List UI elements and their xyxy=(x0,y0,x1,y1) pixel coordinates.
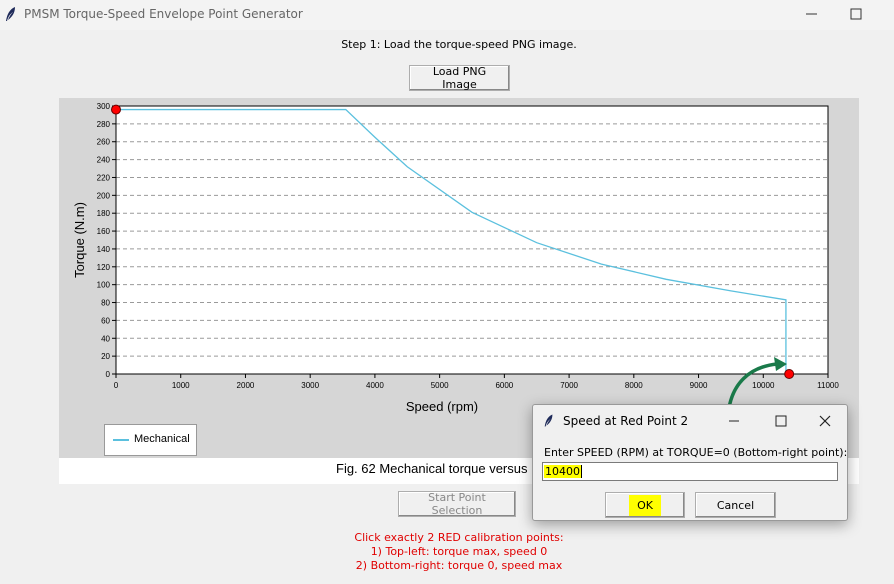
ok-label: OK xyxy=(629,494,661,516)
title-bar: PMSM Torque-Speed Envelope Point Generat… xyxy=(0,0,894,30)
x-tick-label: 9000 xyxy=(690,381,708,390)
y-tick-label: 0 xyxy=(106,370,111,379)
x-tick-label: 0 xyxy=(114,381,119,390)
plot-area xyxy=(116,106,828,374)
cancel-button[interactable]: Cancel xyxy=(695,492,776,518)
y-tick-label: 80 xyxy=(101,299,110,308)
x-tick-label: 5000 xyxy=(431,381,449,390)
instructions: Click exactly 2 RED calibration points: … xyxy=(0,531,894,573)
x-tick-label: 6000 xyxy=(495,381,513,390)
start-point-selection-button[interactable]: Start Point Selection xyxy=(398,491,516,517)
red-calibration-point-2 xyxy=(784,369,795,379)
instruction-line: 2) Bottom-right: torque 0, speed max xyxy=(355,559,563,572)
minimize-icon[interactable] xyxy=(800,4,824,24)
legend-line-swatch xyxy=(113,439,129,441)
y-axis-label: Torque (N.m) xyxy=(72,202,87,278)
maximize-icon[interactable] xyxy=(846,4,866,24)
speed-input[interactable]: 10400 xyxy=(542,462,838,481)
step-label: Step 1: Load the torque-speed PNG image. xyxy=(341,38,577,51)
y-tick-label: 140 xyxy=(97,245,111,254)
x-tick-label: 8000 xyxy=(625,381,643,390)
y-tick-label: 120 xyxy=(97,263,111,272)
close-icon[interactable] xyxy=(817,413,833,429)
window-title: PMSM Torque-Speed Envelope Point Generat… xyxy=(24,7,303,21)
legend-label: Mechanical xyxy=(134,433,190,445)
ok-button[interactable]: OK xyxy=(605,492,685,518)
feather-icon xyxy=(544,414,553,427)
y-tick-label: 60 xyxy=(101,316,110,325)
feather-icon xyxy=(6,7,15,21)
y-tick-label: 220 xyxy=(97,173,111,182)
x-tick-label: 2000 xyxy=(237,381,255,390)
y-tick-label: 240 xyxy=(97,156,111,165)
x-tick-label: 3000 xyxy=(301,381,319,390)
x-axis-label: Speed (rpm) xyxy=(406,399,478,414)
dialog-prompt: Enter SPEED (RPM) at TORQUE=0 (Bottom-ri… xyxy=(544,446,848,459)
load-png-button[interactable]: Load PNG Image xyxy=(409,65,510,91)
figure-caption: Fig. 62 Mechanical torque versus xyxy=(336,461,528,476)
chart-legend: Mechanical xyxy=(104,424,197,456)
instruction-line: 1) Top-left: torque max, speed 0 xyxy=(370,545,548,558)
y-tick-label: 160 xyxy=(97,227,111,236)
x-tick-label: 1000 xyxy=(172,381,190,390)
y-tick-label: 300 xyxy=(97,102,111,111)
speed-input-dialog: Speed at Red Point 2 Enter SPEED (RPM) a… xyxy=(532,404,848,521)
x-tick-label: 11000 xyxy=(817,381,839,390)
y-tick-label: 20 xyxy=(101,352,110,361)
y-tick-label: 260 xyxy=(97,138,111,147)
x-tick-label: 7000 xyxy=(560,381,578,390)
x-tick-label: 10000 xyxy=(752,381,775,390)
speed-input-value: 10400 xyxy=(544,465,582,478)
y-tick-label: 40 xyxy=(101,334,110,343)
instruction-line: Click exactly 2 RED calibration points: xyxy=(354,531,564,544)
y-tick-label: 280 xyxy=(97,120,111,129)
x-tick-label: 4000 xyxy=(366,381,384,390)
y-tick-label: 100 xyxy=(97,281,111,290)
y-tick-label: 180 xyxy=(97,209,111,218)
minimize-icon[interactable] xyxy=(725,413,743,429)
red-calibration-point-1 xyxy=(111,104,121,115)
y-tick-label: 200 xyxy=(97,191,111,200)
maximize-icon[interactable] xyxy=(773,413,789,429)
dialog-title: Speed at Red Point 2 xyxy=(563,414,689,428)
